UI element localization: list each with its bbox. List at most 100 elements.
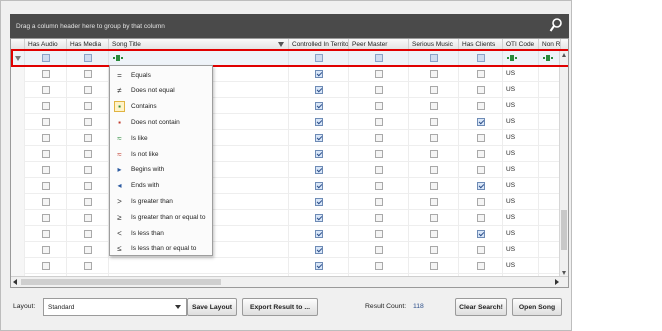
row-checkbox[interactable] [429, 70, 438, 78]
row-checkbox[interactable] [429, 102, 438, 110]
row-checkbox[interactable] [83, 102, 92, 110]
row-checkbox[interactable] [314, 70, 323, 78]
cell-has-audio[interactable] [25, 210, 67, 226]
row-checkbox[interactable] [41, 230, 50, 238]
cell-controlled[interactable] [289, 194, 349, 210]
cell-peer-master[interactable] [349, 98, 409, 114]
filter-option-begins-with[interactable]: ▸ Begins with [110, 162, 212, 178]
row-checkbox[interactable] [83, 246, 92, 254]
cell-peer-master[interactable] [349, 194, 409, 210]
horizontal-scrollbar[interactable] [11, 276, 568, 287]
row-checkbox[interactable] [41, 134, 50, 142]
contains-icon[interactable] [543, 54, 553, 62]
row-checkbox[interactable] [83, 262, 92, 270]
row-checkbox[interactable] [314, 166, 323, 174]
row-checkbox[interactable] [476, 102, 485, 110]
filter-option-does-not-contain[interactable]: ▪ Does not contain [110, 114, 212, 130]
cell-has-audio[interactable] [25, 82, 67, 98]
row-indicator[interactable] [11, 114, 25, 130]
cell-serious-music[interactable] [409, 98, 459, 114]
cell-serious-music[interactable] [409, 178, 459, 194]
row-checkbox[interactable] [374, 214, 383, 222]
row-checkbox[interactable] [374, 86, 383, 94]
cell-serious-music[interactable] [409, 130, 459, 146]
cell-has-media[interactable] [67, 162, 109, 178]
filter-option-equals[interactable]: = Equals [110, 67, 212, 83]
row-checkbox[interactable] [83, 118, 92, 126]
cell-non-ro[interactable] [539, 242, 561, 258]
cell-oti-code[interactable]: US [503, 82, 539, 98]
row-checkbox[interactable] [476, 70, 485, 78]
cell-serious-music[interactable] [409, 226, 459, 242]
row-indicator[interactable] [11, 66, 25, 82]
row-checkbox[interactable] [374, 102, 383, 110]
column-header-has-audio[interactable]: Has Audio [25, 39, 67, 50]
column-header-has-clients[interactable]: Has Clients [459, 39, 503, 50]
row-indicator[interactable] [11, 258, 25, 274]
row-checkbox[interactable] [83, 214, 92, 222]
cell-serious-music[interactable] [409, 258, 459, 274]
row-checkbox[interactable] [429, 150, 438, 158]
row-indicator[interactable] [11, 82, 25, 98]
save-layout-button[interactable]: Save Layout [187, 298, 237, 316]
cell-controlled[interactable] [289, 242, 349, 258]
cell-oti-code[interactable]: US [503, 114, 539, 130]
filter-cell-oti-code[interactable] [503, 50, 539, 66]
cell-serious-music[interactable] [409, 162, 459, 178]
group-by-panel[interactable]: Drag a column header here to group by th… [10, 14, 569, 38]
row-indicator[interactable] [11, 130, 25, 146]
row-checkbox[interactable] [83, 166, 92, 174]
cell-has-clients[interactable] [459, 242, 503, 258]
cell-controlled[interactable] [289, 226, 349, 242]
cell-has-media[interactable] [67, 194, 109, 210]
row-checkbox[interactable] [476, 86, 485, 94]
column-header-peer-master[interactable]: Peer Master [349, 39, 409, 50]
cell-serious-music[interactable] [409, 66, 459, 82]
cell-controlled[interactable] [289, 162, 349, 178]
contains-icon[interactable] [507, 54, 517, 62]
table-row[interactable]: US [11, 162, 568, 178]
table-row[interactable]: US [11, 194, 568, 210]
cell-serious-music[interactable] [409, 242, 459, 258]
cell-peer-master[interactable] [349, 242, 409, 258]
row-checkbox[interactable] [374, 262, 383, 270]
table-row[interactable]: US [11, 258, 568, 274]
cell-non-ro[interactable] [539, 82, 561, 98]
row-checkbox[interactable] [476, 262, 485, 270]
filter-option-is-not-like[interactable]: ≈ Is not like [110, 146, 212, 162]
search-icon[interactable] [549, 17, 563, 33]
cell-has-audio[interactable] [25, 130, 67, 146]
row-checkbox[interactable] [374, 70, 383, 78]
row-checkbox[interactable] [429, 262, 438, 270]
filter-option-ends-with[interactable]: ◂ Ends with [110, 178, 212, 194]
row-checkbox[interactable] [41, 182, 50, 190]
filter-checkbox[interactable] [41, 54, 50, 62]
cell-has-clients[interactable] [459, 194, 503, 210]
cell-peer-master[interactable] [349, 130, 409, 146]
table-row[interactable]: US [11, 226, 568, 242]
cell-has-clients[interactable] [459, 82, 503, 98]
filter-option-greater-equal[interactable]: ≥ Is greater than or equal to [110, 209, 212, 225]
row-checkbox[interactable] [314, 134, 323, 142]
table-row[interactable]: US [11, 130, 568, 146]
cell-controlled[interactable] [289, 258, 349, 274]
vertical-scroll-thumb[interactable] [561, 210, 567, 250]
cell-has-clients[interactable] [459, 146, 503, 162]
cell-has-audio[interactable] [25, 194, 67, 210]
row-indicator[interactable] [11, 210, 25, 226]
column-header-oti-code[interactable]: OTI Code [503, 39, 539, 50]
open-song-button[interactable]: Open Song [512, 298, 562, 316]
cell-has-audio[interactable] [25, 66, 67, 82]
cell-oti-code[interactable]: US [503, 146, 539, 162]
row-checkbox[interactable] [83, 182, 92, 190]
cell-peer-master[interactable] [349, 258, 409, 274]
row-checkbox[interactable] [429, 214, 438, 222]
filter-option-greater-than[interactable]: > Is greater than [110, 193, 212, 209]
filter-cell-song-title[interactable] [109, 50, 289, 66]
table-row[interactable]: US [11, 66, 568, 82]
cell-has-media[interactable] [67, 130, 109, 146]
cell-has-audio[interactable] [25, 98, 67, 114]
cell-oti-code[interactable]: US [503, 194, 539, 210]
cell-oti-code[interactable]: US [503, 226, 539, 242]
filter-option-not-equal[interactable]: ≠ Does not equal [110, 83, 212, 99]
